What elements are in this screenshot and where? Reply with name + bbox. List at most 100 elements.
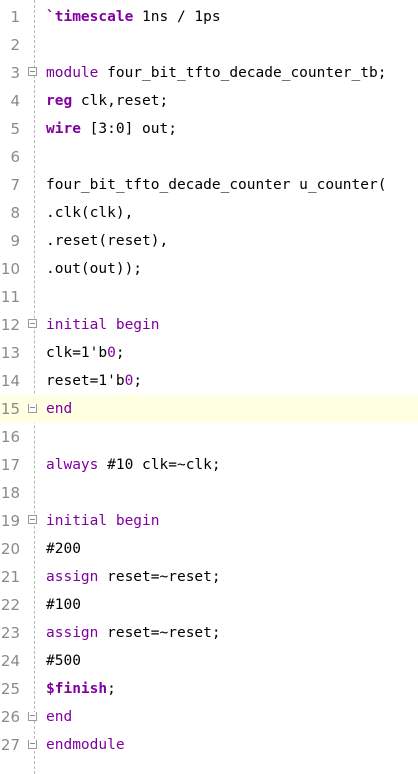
line-number: 13	[0, 344, 20, 362]
code-line[interactable]: 17 always #10 clk=~clk;	[0, 451, 418, 479]
code-line[interactable]: 3 module four_bit_tfto_decade_counter_tb;	[0, 59, 418, 87]
keyword-token: initial begin	[46, 513, 160, 529]
code-line[interactable]: 8 .clk(clk),	[0, 199, 418, 227]
line-number: 20	[0, 540, 20, 558]
code-text: #500	[46, 647, 418, 675]
code-line[interactable]: 19 initial begin	[0, 507, 418, 535]
line-number: 5	[10, 120, 20, 138]
keyword-token: assign	[46, 569, 99, 585]
code-text: reg clk,reset;	[46, 87, 418, 115]
fold-collapse-icon[interactable]	[28, 67, 37, 76]
code-text: initial begin	[46, 311, 418, 339]
code-text: .clk(clk),	[46, 199, 418, 227]
fold-collapse-icon[interactable]	[28, 515, 37, 524]
line-number: 4	[10, 92, 20, 110]
line-number: 6	[10, 148, 20, 166]
code-token: #500	[46, 653, 81, 669]
keyword-token: always	[46, 457, 99, 473]
keyword-token: assign	[46, 625, 99, 641]
code-text: .reset(reset),	[46, 227, 418, 255]
code-token: four_bit_tfto_decade_counter_tb;	[98, 65, 387, 81]
line-number: 9	[10, 232, 20, 250]
code-line[interactable]: 16	[0, 423, 418, 451]
code-token: #200	[46, 541, 81, 557]
code-line[interactable]: 9 .reset(reset),	[0, 227, 418, 255]
code-line[interactable]: 22 #100	[0, 591, 418, 619]
code-line[interactable]: 20 #200	[0, 535, 418, 563]
keyword-token: module	[46, 65, 99, 81]
code-text: `timescale 1ns / 1ps	[46, 3, 418, 31]
code-token: .reset(reset),	[46, 233, 169, 249]
code-text: #100	[46, 591, 418, 619]
code-text: module four_bit_tfto_decade_counter_tb;	[46, 59, 418, 87]
code-text: clk=1'b0;	[46, 339, 418, 367]
code-line[interactable]: 13 clk=1'b0;	[0, 339, 418, 367]
line-number: 22	[0, 596, 20, 614]
line-number: 19	[0, 512, 20, 530]
keyword-token: reg	[46, 93, 73, 109]
code-line[interactable]: 26 end	[0, 703, 418, 731]
keyword-token: end	[46, 709, 73, 725]
code-line[interactable]: 25 $finish;	[0, 675, 418, 703]
code-token: four_bit_tfto_decade_counter u_counter(	[46, 177, 387, 193]
code-line[interactable]: 27 endmodule	[0, 731, 418, 759]
line-number: 23	[0, 624, 20, 642]
code-token: #10 clk=~clk;	[98, 457, 221, 473]
code-line[interactable]: 2	[0, 31, 418, 59]
line-number: 11	[0, 288, 20, 306]
keyword-token: `timescale	[46, 9, 134, 25]
code-line[interactable]: 5 wire [3:0] out;	[0, 115, 418, 143]
code-line[interactable]: 4 reg clk,reset;	[0, 87, 418, 115]
code-token: clk=1'b	[46, 345, 108, 361]
line-number: 16	[0, 428, 20, 446]
code-text: end	[46, 703, 418, 731]
line-number: 7	[10, 176, 20, 194]
code-line[interactable]: 21 assign reset=~reset;	[0, 563, 418, 591]
code-line[interactable]: 11	[0, 283, 418, 311]
code-lines: 1 `timescale 1ns / 1ps 2 3 module four_bit_t…	[0, 3, 418, 759]
code-line[interactable]: 24 #500	[0, 647, 418, 675]
code-text: four_bit_tfto_decade_counter u_counter(	[46, 171, 418, 199]
code-text: end	[46, 395, 418, 423]
line-number: 8	[10, 204, 20, 222]
code-token: ;	[107, 681, 116, 697]
code-token: ;	[115, 345, 125, 361]
code-text: assign reset=~reset;	[46, 563, 418, 591]
code-token: reset=1'b	[46, 373, 125, 389]
code-text: always #10 clk=~clk;	[46, 451, 418, 479]
line-number: 3	[10, 64, 20, 82]
code-line[interactable]: 23 assign reset=~reset;	[0, 619, 418, 647]
code-line[interactable]: 18	[0, 479, 418, 507]
code-text: assign reset=~reset;	[46, 619, 418, 647]
code-line[interactable]: 7 four_bit_tfto_decade_counter u_counter(	[0, 171, 418, 199]
code-text: $finish;	[46, 675, 418, 703]
fold-collapse-icon[interactable]	[28, 319, 37, 328]
line-number: 2	[10, 36, 20, 54]
fold-end-icon	[28, 740, 37, 749]
keyword-token: end	[46, 401, 73, 417]
keyword-token: $finish	[46, 681, 108, 697]
keyword-token: initial begin	[46, 317, 160, 333]
line-number: 26	[0, 708, 20, 726]
line-number: 1	[10, 8, 20, 26]
code-line[interactable]: 10 .out(out));	[0, 255, 418, 283]
code-line[interactable]: 1 `timescale 1ns / 1ps	[0, 3, 418, 31]
code-token: .clk(clk),	[46, 205, 134, 221]
line-number: 15	[0, 400, 20, 418]
code-line[interactable]: 12 initial begin	[0, 311, 418, 339]
code-text: initial begin	[46, 507, 418, 535]
code-line[interactable]: 14 reset=1'b0;	[0, 367, 418, 395]
code-line[interactable]: 6	[0, 143, 418, 171]
code-token: 1ns / 1ps	[133, 9, 221, 25]
fold-end-icon	[28, 712, 37, 721]
line-number: 10	[0, 260, 20, 278]
code-line[interactable]: 15 end	[0, 395, 418, 423]
line-number: 14	[0, 372, 20, 390]
keyword-token: endmodule	[46, 737, 125, 753]
code-text: #200	[46, 535, 418, 563]
code-token: clk,reset;	[72, 93, 169, 109]
line-number: 27	[0, 736, 20, 754]
code-editor[interactable]: 1 `timescale 1ns / 1ps 2 3 module four_bit_t…	[0, 0, 418, 774]
code-token: reset=~reset;	[98, 569, 221, 585]
code-text: endmodule	[46, 731, 418, 759]
